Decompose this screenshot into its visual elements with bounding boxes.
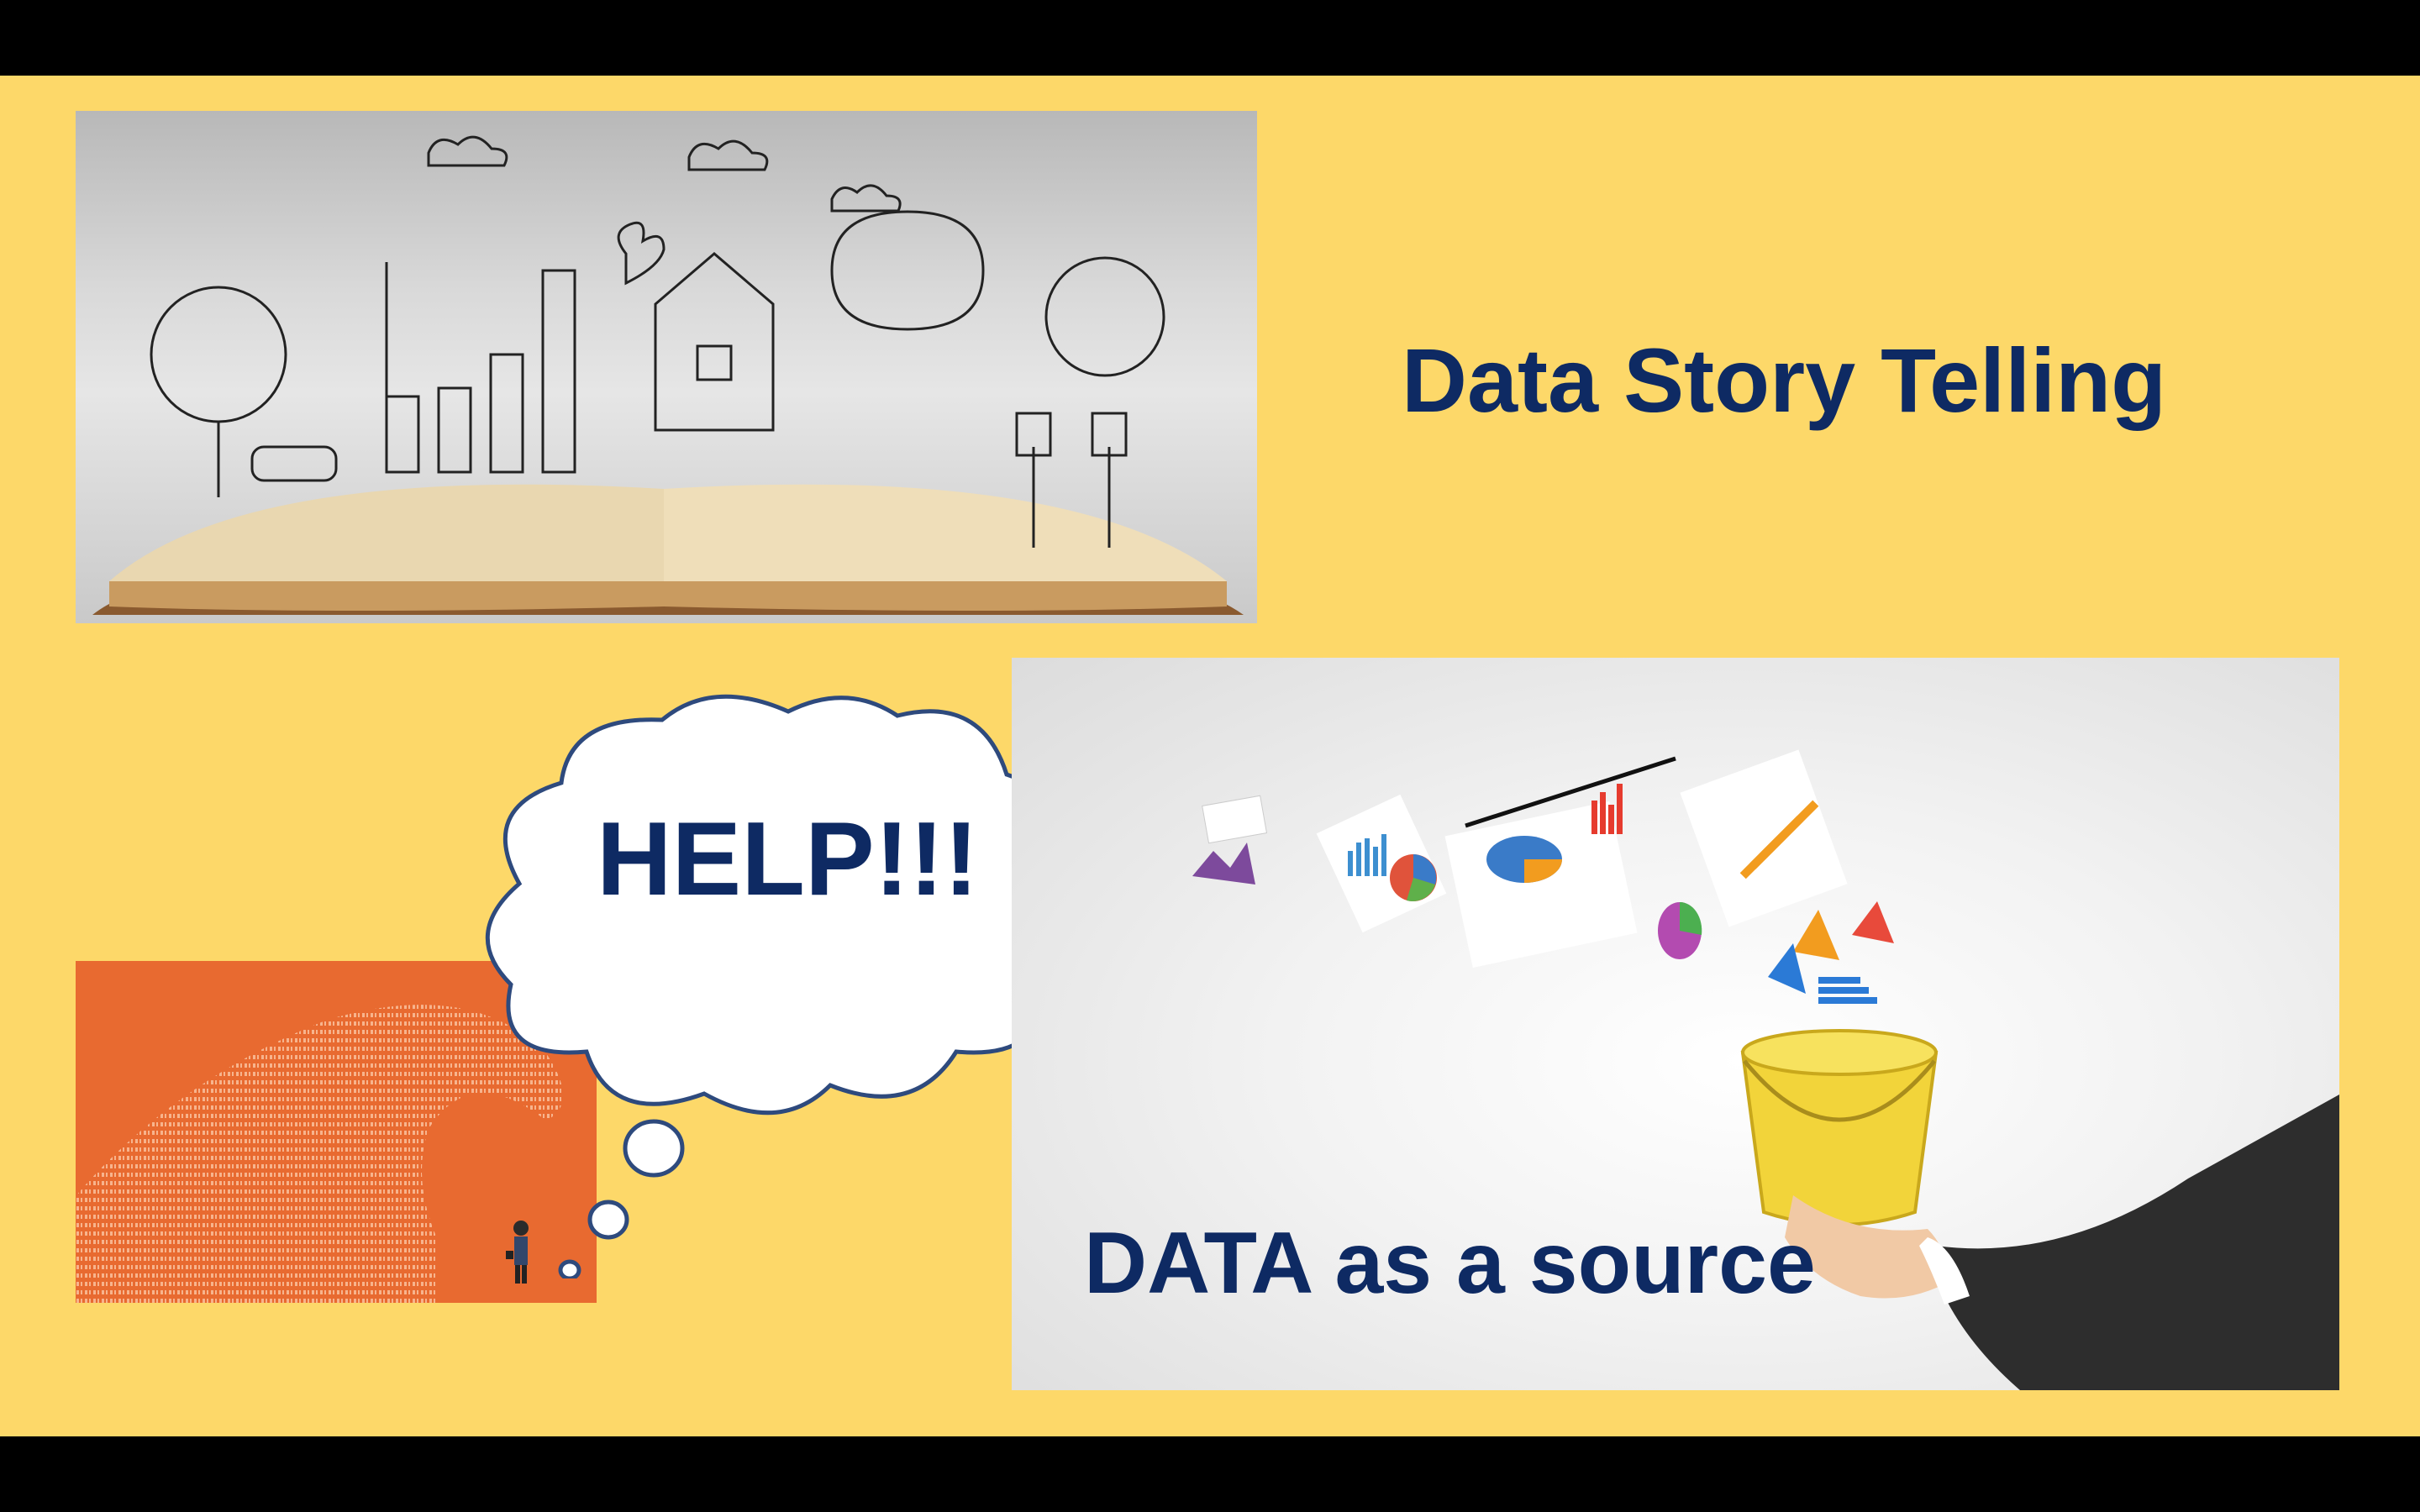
thought-bubble-text: HELP!!! (597, 801, 979, 917)
slide-title: Data Story Telling (1402, 329, 2167, 431)
book-illustration (76, 111, 1257, 623)
slide: Data Story Telling HELP!!! DATA as a sou… (0, 76, 2420, 1436)
source-caption: DATA as a source (1084, 1215, 1816, 1312)
open-book-with-sketches-icon (92, 135, 1244, 615)
